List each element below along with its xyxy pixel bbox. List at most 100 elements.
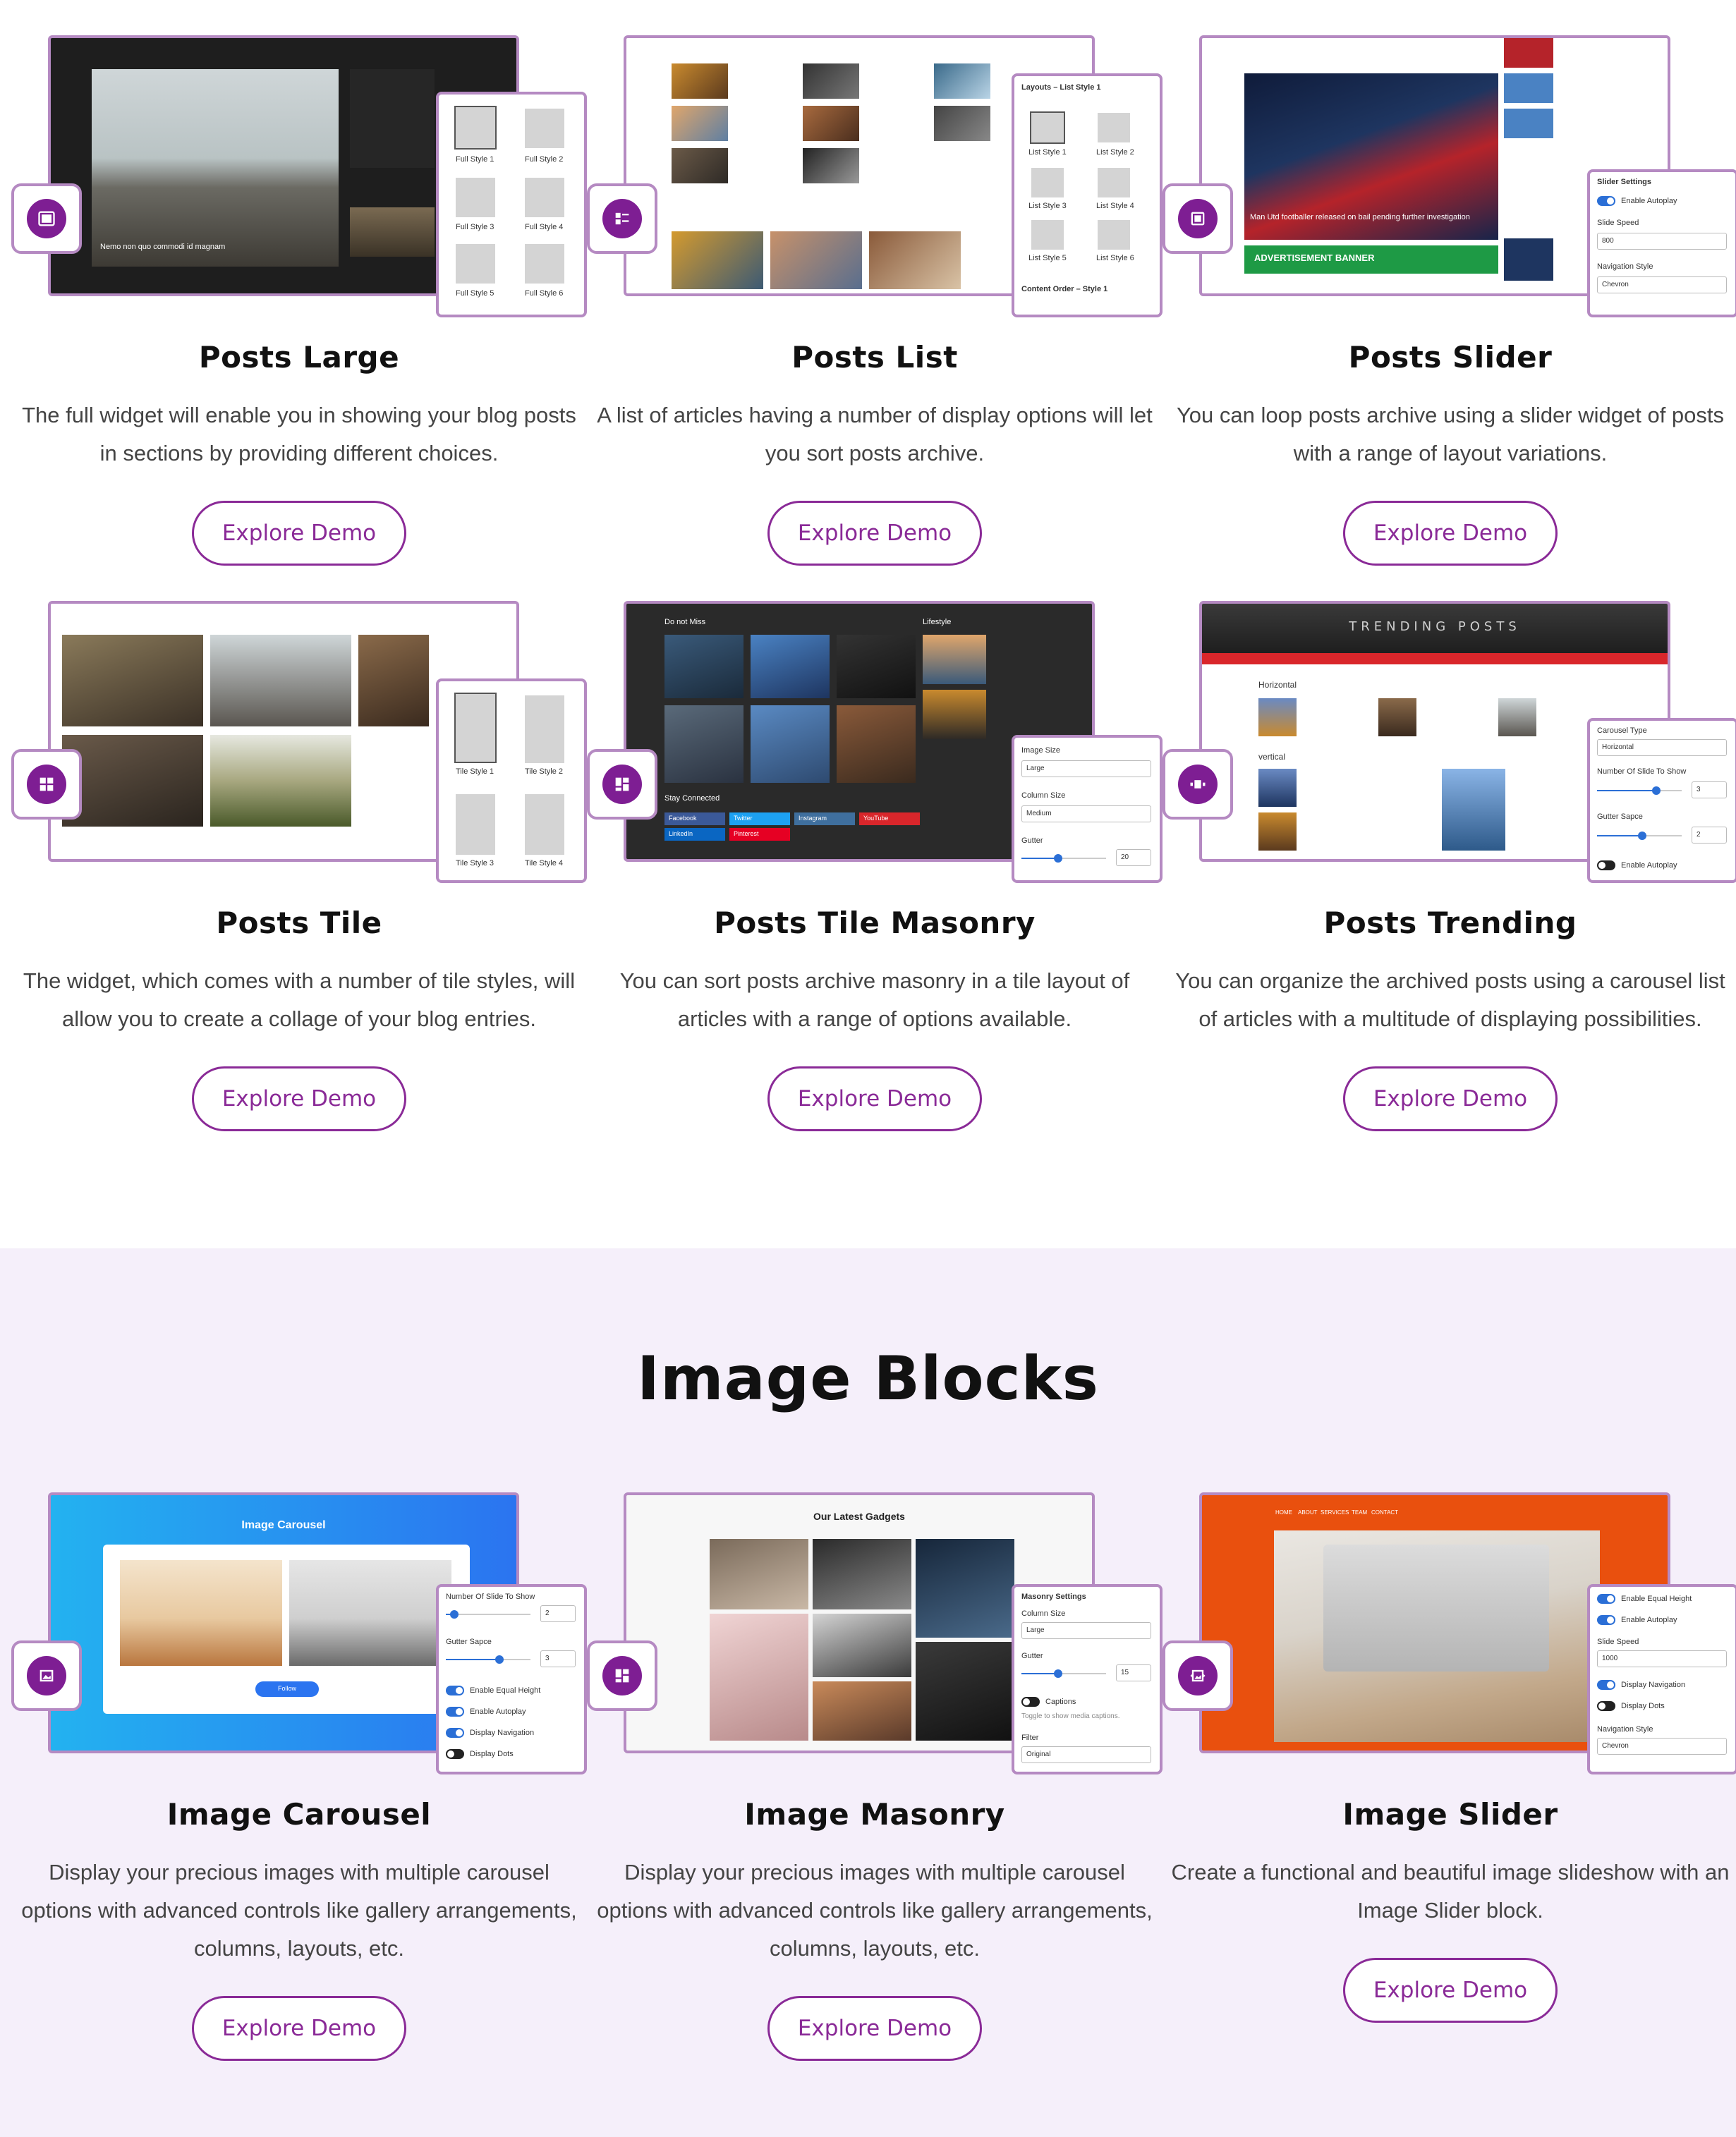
trending-thumb bbox=[1258, 769, 1297, 807]
card-description: Create a functional and beautiful image … bbox=[1171, 1860, 1730, 1923]
explore-demo-button[interactable]: Explore Demo bbox=[192, 1996, 406, 2061]
nav-link[interactable]: HOME bbox=[1275, 1509, 1292, 1516]
field-label: Image Size bbox=[1021, 746, 1061, 755]
content-order-select[interactable]: Content Order – Style 1 bbox=[1021, 285, 1107, 293]
masonry-image bbox=[813, 1681, 911, 1741]
slider-settings-panel: Slider Settings Enable Autoplay Slide Sp… bbox=[1587, 169, 1736, 317]
gutter-input[interactable]: 15 bbox=[1116, 1664, 1151, 1681]
nav-link[interactable]: CONTACT bbox=[1371, 1509, 1398, 1516]
pinterest-link[interactable]: Pinterest bbox=[729, 828, 790, 841]
list-thumb bbox=[803, 63, 859, 99]
autoplay-toggle[interactable] bbox=[1597, 196, 1615, 206]
list-style-option-2[interactable] bbox=[1098, 113, 1130, 142]
linkedin-link[interactable]: LinkedIn bbox=[664, 828, 725, 841]
list-style-option-3[interactable] bbox=[1031, 168, 1064, 197]
tile-style-option-4[interactable] bbox=[525, 794, 564, 855]
image-slider-preview: HOME ABOUT SERVICES TEAM CONTACT Enable … bbox=[1163, 1492, 1736, 1774]
toggle-label: Enable Autoplay bbox=[1621, 197, 1677, 205]
equal-height-toggle[interactable] bbox=[1597, 1594, 1615, 1604]
gutter-slider[interactable] bbox=[1021, 854, 1106, 863]
tile-style-option-2[interactable] bbox=[525, 695, 564, 763]
masonry-tile bbox=[923, 635, 986, 684]
explore-demo-button[interactable]: Explore Demo bbox=[767, 1066, 982, 1131]
captions-toggle[interactable] bbox=[1021, 1697, 1040, 1707]
carousel-settings-panel: Carousel Type Horizontal Number Of Slide… bbox=[1587, 718, 1736, 883]
instagram-link[interactable]: Instagram bbox=[794, 812, 855, 825]
youtube-link[interactable]: YouTube bbox=[859, 812, 920, 825]
twitter-link[interactable]: Twitter bbox=[729, 812, 790, 825]
slider-image-monitor bbox=[1323, 1545, 1549, 1672]
explore-demo-button[interactable]: Explore Demo bbox=[767, 501, 982, 566]
explore-demo-button[interactable]: Explore Demo bbox=[1343, 501, 1558, 566]
facebook-link[interactable]: Facebook bbox=[664, 812, 725, 825]
tile-style-option-3[interactable] bbox=[456, 794, 495, 855]
navigation-toggle[interactable] bbox=[446, 1728, 464, 1738]
layout-option-label: Full Style 5 bbox=[456, 289, 494, 298]
slide-speed-input[interactable]: 800 bbox=[1597, 233, 1727, 250]
tile-style-panel: Tile Style 1 Tile Style 2 Tile Style 3 T… bbox=[436, 678, 587, 883]
explore-demo-button[interactable]: Explore Demo bbox=[1343, 1958, 1558, 2023]
carousel-type-select[interactable]: Horizontal bbox=[1597, 739, 1727, 756]
explore-demo-button[interactable]: Explore Demo bbox=[192, 1066, 406, 1131]
list-style-option-5[interactable] bbox=[1031, 220, 1064, 250]
gutter-input[interactable]: 3 bbox=[540, 1650, 576, 1667]
list-style-option-1[interactable] bbox=[1030, 111, 1065, 144]
autoplay-toggle[interactable] bbox=[1597, 860, 1615, 870]
layout-option-2[interactable] bbox=[525, 109, 564, 148]
image-size-select[interactable]: Large bbox=[1021, 760, 1151, 777]
follow-button[interactable]: Follow bbox=[255, 1681, 319, 1697]
slides-to-show-input[interactable]: 2 bbox=[540, 1605, 576, 1622]
navigation-style-select[interactable]: Chevron bbox=[1597, 1738, 1727, 1755]
equal-height-toggle[interactable] bbox=[446, 1686, 464, 1695]
layout-option-5[interactable] bbox=[456, 244, 495, 284]
masonry-tile bbox=[751, 635, 830, 698]
column-size-select[interactable]: Medium bbox=[1021, 805, 1151, 822]
layout-option-label: List Style 5 bbox=[1028, 254, 1067, 262]
slide-speed-input[interactable]: 1000 bbox=[1597, 1650, 1727, 1667]
dots-toggle[interactable] bbox=[1597, 1701, 1615, 1711]
list-style-option-6[interactable] bbox=[1098, 220, 1130, 250]
tile-image bbox=[210, 735, 351, 827]
layout-option-1[interactable] bbox=[454, 106, 497, 150]
navigation-toggle[interactable] bbox=[1597, 1680, 1615, 1690]
slides-to-show-input[interactable]: 3 bbox=[1692, 781, 1727, 798]
layout-option-label: Tile Style 4 bbox=[525, 859, 564, 867]
trending-thumb bbox=[1258, 698, 1297, 736]
list-thumb bbox=[672, 148, 728, 183]
gutter-input[interactable]: 2 bbox=[1692, 827, 1727, 844]
layout-option-3[interactable] bbox=[456, 178, 495, 217]
slides-to-show-slider[interactable] bbox=[1597, 786, 1682, 795]
slides-to-show-slider[interactable] bbox=[446, 1610, 530, 1619]
panel-heading: Layouts – List Style 1 bbox=[1021, 83, 1101, 92]
explore-demo-button[interactable]: Explore Demo bbox=[1343, 1066, 1558, 1131]
card-description: Display your precious images with multip… bbox=[21, 1860, 577, 1961]
gutter-slider[interactable] bbox=[1021, 1669, 1106, 1678]
explore-demo-button[interactable]: Explore Demo bbox=[767, 1996, 982, 2061]
gutter-input[interactable]: 20 bbox=[1116, 849, 1151, 866]
gutter-slider[interactable] bbox=[1597, 832, 1682, 840]
layout-option-label: Full Style 3 bbox=[456, 223, 494, 231]
layout-option-6[interactable] bbox=[525, 244, 564, 284]
gutter-slider[interactable] bbox=[446, 1655, 530, 1664]
layout-option-label: List Style 3 bbox=[1028, 202, 1067, 210]
column-size-select[interactable]: Large bbox=[1021, 1622, 1151, 1639]
autoplay-toggle[interactable] bbox=[1597, 1615, 1615, 1625]
card-title: Posts Tile Masonry bbox=[714, 906, 1036, 940]
filter-select[interactable]: Original bbox=[1021, 1746, 1151, 1763]
nav-link[interactable]: TEAM bbox=[1352, 1509, 1367, 1516]
side-thumb bbox=[1504, 109, 1553, 138]
layout-option-label: Tile Style 2 bbox=[525, 767, 564, 776]
autoplay-toggle[interactable] bbox=[446, 1707, 464, 1717]
nav-link[interactable]: ABOUT bbox=[1298, 1509, 1318, 1516]
preview-sidebar bbox=[350, 69, 435, 168]
dots-toggle[interactable] bbox=[446, 1749, 464, 1759]
list-style-option-4[interactable] bbox=[1098, 168, 1130, 197]
layout-option-label: Full Style 6 bbox=[525, 289, 564, 298]
masonry-image bbox=[916, 1642, 1014, 1741]
navigation-style-select[interactable]: Chevron bbox=[1597, 276, 1727, 293]
explore-demo-button[interactable]: Explore Demo bbox=[192, 501, 406, 566]
tile-style-option-1[interactable] bbox=[454, 693, 497, 763]
nav-link[interactable]: SERVICES bbox=[1321, 1509, 1349, 1516]
layout-option-label: List Style 1 bbox=[1028, 148, 1067, 157]
layout-option-4[interactable] bbox=[525, 178, 564, 217]
